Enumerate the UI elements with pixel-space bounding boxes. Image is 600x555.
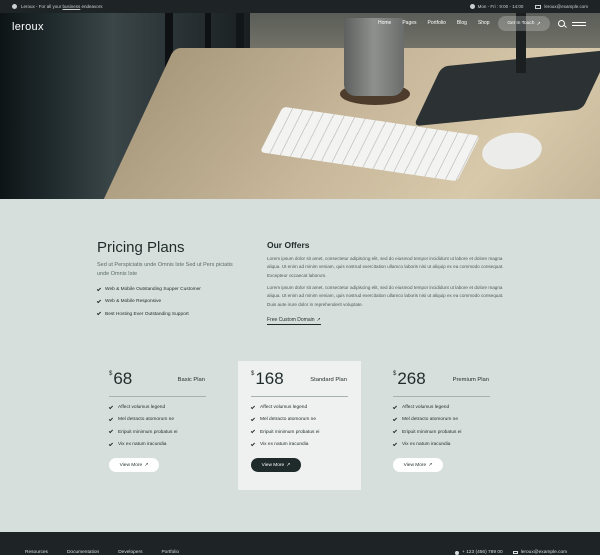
offers-paragraph: Lorem ipsum dolor sit amet, consectetur … xyxy=(267,256,504,278)
check-icon xyxy=(392,417,398,422)
check-icon xyxy=(108,417,114,422)
arrow-up-right-icon: ↗ xyxy=(536,20,541,27)
free-custom-domain-link[interactable]: Free Custom Domain ↗ xyxy=(267,317,321,325)
pricing-subtitle: Sed ut Perspiciatis unde Omnis Iste Sed … xyxy=(97,262,233,277)
check-icon xyxy=(392,404,398,410)
clock-icon xyxy=(469,4,475,9)
nav-blog[interactable]: Blog xyxy=(457,20,467,26)
info-icon xyxy=(12,4,17,9)
footer-link-resources[interactable]: Resources xyxy=(25,550,48,555)
offers-title: Our Offers xyxy=(267,240,310,250)
top-info-bar: Leroux - For all your business endeavors… xyxy=(0,0,600,13)
arrow-up-right-icon: ↗ xyxy=(286,462,291,468)
plan-card-standard: $168 Standard Plan Affect volumus legend… xyxy=(238,361,361,490)
check-icon xyxy=(108,429,114,434)
site-footer: Resources Documentation Developers Portf… xyxy=(0,532,600,555)
nav-shop[interactable]: Shop xyxy=(478,20,490,26)
phone-icon xyxy=(455,550,459,555)
pricing-feature-list: Web & Mobile Outstanding Supper Customer… xyxy=(96,286,201,324)
hero-mug xyxy=(344,18,404,96)
menu-icon[interactable] xyxy=(572,22,586,28)
check-icon xyxy=(250,441,256,447)
list-item: Vix ex natum iracundia xyxy=(392,441,461,447)
plan-name: Basic Plan xyxy=(177,377,205,383)
check-icon xyxy=(96,299,102,304)
plan-features: Affect volumus legend Mel detracto atomo… xyxy=(392,404,461,454)
list-item: Eripuit minimum probatus ei xyxy=(392,429,461,435)
pricing-title: Pricing Plans xyxy=(97,239,185,256)
list-item: Best Hosting Ever Outstanding Support xyxy=(96,311,201,317)
arrow-up-right-icon: ↗ xyxy=(316,317,321,323)
list-item: Vix ex natum iracundia xyxy=(250,441,319,447)
plan-price: $68 xyxy=(109,369,133,388)
plan-name: Premium Plan xyxy=(452,377,489,383)
footer-link-portfolio[interactable]: Portfolio xyxy=(161,550,179,555)
check-icon xyxy=(392,441,398,447)
nav-home[interactable]: Home xyxy=(378,20,391,26)
list-item: Web & Mobile Responsive xyxy=(96,299,201,304)
footer-phone[interactable]: + 123 (456) 789 00 xyxy=(455,550,503,555)
plan-price: $268 xyxy=(393,369,426,388)
arrow-up-right-icon: ↗ xyxy=(144,462,149,468)
footer-links: Resources Documentation Developers Portf… xyxy=(25,550,198,555)
check-icon xyxy=(108,441,114,447)
view-more-button[interactable]: View More ↗ xyxy=(393,458,443,472)
nav-portfolio[interactable]: Portfolio xyxy=(428,20,446,26)
check-icon xyxy=(96,286,102,292)
nav-pages[interactable]: Pages xyxy=(402,20,416,26)
site-logo[interactable]: leroux xyxy=(12,21,44,33)
footer-link-developers[interactable]: Developers xyxy=(118,550,142,555)
list-item: Affect volumus legend xyxy=(392,404,461,410)
view-more-button[interactable]: View More ↗ xyxy=(251,458,301,472)
business-hours: Mon - Fri : 9:00 - 14:00 xyxy=(469,4,523,9)
arrow-up-right-icon: ↗ xyxy=(428,462,433,468)
footer-email[interactable]: leroux@example.com xyxy=(512,550,567,555)
plan-price: $168 xyxy=(251,369,284,388)
divider xyxy=(251,396,348,397)
tagline-business-link[interactable]: business xyxy=(63,4,81,9)
mail-icon xyxy=(535,4,542,9)
check-icon xyxy=(250,429,256,434)
main-nav: Home Pages Portfolio Blog Shop xyxy=(378,20,501,26)
check-icon xyxy=(108,404,114,410)
divider xyxy=(393,396,490,397)
plan-features: Affect volumus legend Mel detracto atomo… xyxy=(108,404,177,454)
view-more-button[interactable]: View More ↗ xyxy=(109,458,159,472)
mail-icon xyxy=(512,550,518,555)
plan-features: Affect volumus legend Mel detracto atomo… xyxy=(250,404,319,454)
hero-image xyxy=(0,13,600,199)
offers-paragraph: Lorem ipsum dolor sit amet, consectetur … xyxy=(267,285,504,307)
list-item: Affect volumus legend xyxy=(250,404,319,410)
plan-card-premium: $268 Premium Plan Affect volumus legend … xyxy=(380,361,503,490)
divider xyxy=(109,396,206,397)
search-icon[interactable] xyxy=(558,20,565,27)
list-item: Mel detracto atomorum ne xyxy=(108,417,177,422)
tagline: Leroux - For all your business endeavors xyxy=(21,4,103,9)
plan-name: Standard Plan xyxy=(310,377,347,383)
plan-card-basic: $68 Basic Plan Affect volumus legend Mel… xyxy=(96,361,219,490)
get-in-touch-button[interactable]: Get In Touch ↗ xyxy=(498,16,550,31)
list-item: Vix ex natum iracundia xyxy=(108,441,177,447)
list-item: Eripuit minimum probatus ei xyxy=(108,429,177,435)
check-icon xyxy=(250,417,256,422)
list-item: Affect volumus legend xyxy=(108,404,177,410)
list-item: Mel detracto atomorum ne xyxy=(250,417,319,422)
list-item: Eripuit minimum probatus ei xyxy=(250,429,319,435)
footer-contact: + 123 (456) 789 00 leroux@example.com xyxy=(455,550,567,555)
list-item: Mel detracto atomorum ne xyxy=(392,417,461,422)
check-icon xyxy=(392,429,398,434)
topbar-email[interactable]: leroux@example.com xyxy=(535,4,588,9)
check-icon xyxy=(96,311,102,316)
check-icon xyxy=(250,404,256,410)
cta-label: Get In Touch xyxy=(507,21,535,26)
list-item: Web & Mobile Outstanding Supper Customer xyxy=(96,286,201,292)
footer-link-documentation[interactable]: Documentation xyxy=(67,550,99,555)
